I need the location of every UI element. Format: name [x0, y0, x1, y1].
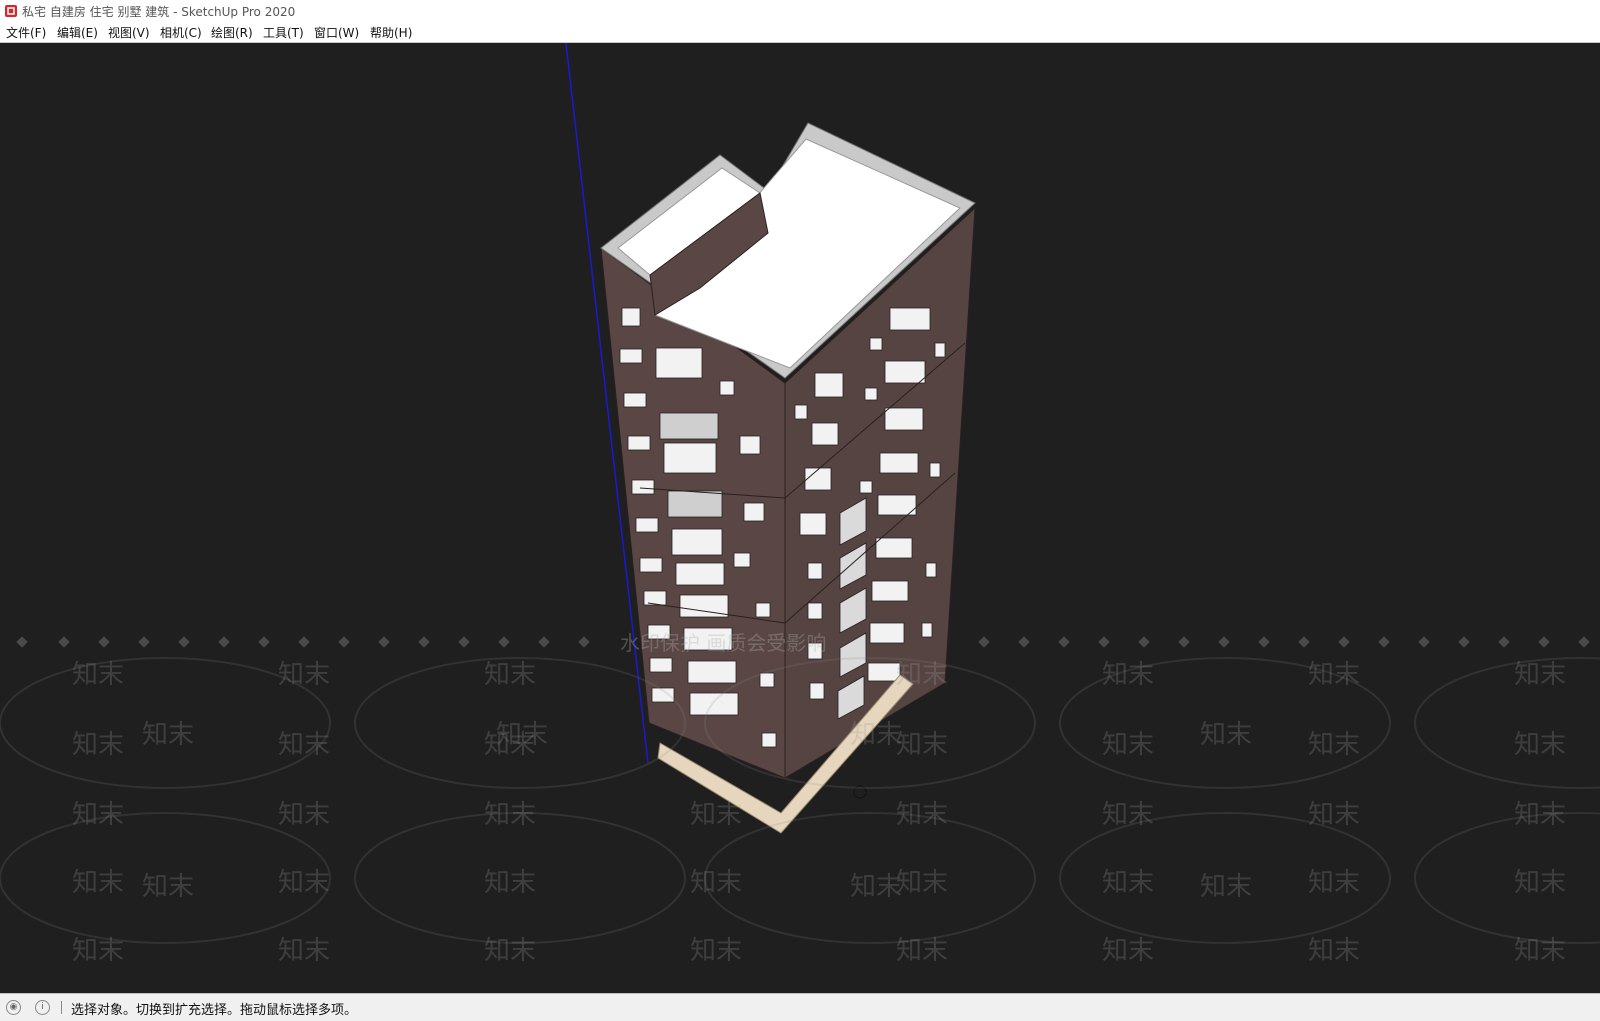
- status-separator: [61, 1001, 62, 1014]
- svg-text:知末: 知末: [1514, 800, 1566, 830]
- sketchup-logo-icon: [5, 5, 17, 17]
- svg-text:知末: 知末: [484, 868, 536, 898]
- svg-text:知末: 知末: [484, 660, 536, 690]
- window-title: 私宅 自建房 住宅 别墅 建筑 - SketchUp Pro 2020: [22, 5, 296, 19]
- status-message: 选择对象。切换到扩充选择。拖动鼠标选择多项。: [71, 1003, 358, 1018]
- svg-text:知末: 知末: [1200, 720, 1252, 750]
- svg-text:知末: 知末: [72, 800, 124, 830]
- svg-text:知末: 知末: [1308, 800, 1360, 830]
- svg-text:知末: 知末: [278, 936, 330, 966]
- svg-text:知末: 知末: [1308, 936, 1360, 966]
- svg-text:知末: 知末: [850, 872, 902, 902]
- svg-text:知末: 知末: [72, 660, 124, 690]
- svg-text:知末: 知末: [278, 660, 330, 690]
- svg-text:知末: 知末: [896, 660, 948, 690]
- svg-text:知末: 知末: [72, 730, 124, 760]
- menu-bar: 文件(F) 编辑(E) 视图(V) 相机(C) 绘图(R) 工具(T) 窗口(W…: [0, 22, 1600, 43]
- geolocation-icon[interactable]: ◉: [6, 1000, 21, 1015]
- svg-text:知末: 知末: [896, 868, 948, 898]
- svg-text:知末: 知末: [1102, 868, 1154, 898]
- svg-text:知末: 知末: [1308, 660, 1360, 690]
- svg-text:知末: 知末: [278, 800, 330, 830]
- title-bar: 私宅 自建房 住宅 别墅 建筑 - SketchUp Pro 2020: [0, 0, 1600, 22]
- menu-window[interactable]: 窗口(W): [314, 24, 359, 41]
- menu-camera[interactable]: 相机(C): [160, 24, 202, 41]
- svg-text:知末: 知末: [1102, 660, 1154, 690]
- svg-text:知末: 知末: [1514, 936, 1566, 966]
- svg-text:知末: 知末: [1200, 872, 1252, 902]
- status-bar: ◉ i 选择对象。切换到扩充选择。拖动鼠标选择多项。: [0, 993, 1600, 1021]
- svg-text:知末: 知末: [896, 800, 948, 830]
- svg-text:知末: 知末: [690, 800, 742, 830]
- menu-file[interactable]: 文件(F): [6, 24, 46, 41]
- svg-text:知末: 知末: [72, 936, 124, 966]
- menu-view[interactable]: 视图(V): [108, 24, 150, 41]
- svg-text:知末: 知末: [1308, 868, 1360, 898]
- svg-text:知末: 知末: [690, 936, 742, 966]
- svg-text:知末: 知末: [1102, 936, 1154, 966]
- svg-text:知末: 知末: [1102, 800, 1154, 830]
- svg-text:知末: 知末: [1514, 660, 1566, 690]
- svg-text:知末: 知末: [1308, 730, 1360, 760]
- svg-text:知末: 知末: [1514, 868, 1566, 898]
- svg-text:知末: 知末: [1514, 730, 1566, 760]
- svg-text:知末: 知末: [278, 730, 330, 760]
- svg-text:知末: 知末: [850, 720, 902, 750]
- svg-text:知末: 知末: [484, 730, 536, 760]
- svg-text:知末: 知末: [72, 868, 124, 898]
- svg-text:知末: 知末: [278, 868, 330, 898]
- info-icon[interactable]: i: [35, 1000, 50, 1015]
- svg-text:知末: 知末: [484, 936, 536, 966]
- menu-help[interactable]: 帮助(H): [370, 24, 412, 41]
- watermark-banner: 水印保护 画质会受影响: [620, 631, 826, 655]
- svg-text:知末: 知末: [142, 720, 194, 750]
- model-canvas[interactable]: 水印保护 画质会受影响 知末 知末 知末 知末 知末 知末 知末 知末 知末 知…: [0, 43, 1600, 993]
- menu-draw[interactable]: 绘图(R): [211, 24, 253, 41]
- svg-text:知末: 知末: [142, 872, 194, 902]
- menu-edit[interactable]: 编辑(E): [57, 24, 98, 41]
- svg-text:知末: 知末: [1102, 730, 1154, 760]
- svg-text:知末: 知末: [896, 936, 948, 966]
- svg-text:知末: 知末: [484, 800, 536, 830]
- svg-text:知末: 知末: [690, 868, 742, 898]
- menu-tools[interactable]: 工具(T): [263, 24, 304, 41]
- drawing-viewport[interactable]: 水印保护 画质会受影响 知末 知末 知末 知末 知末 知末 知末 知末 知末 知…: [0, 43, 1600, 993]
- svg-text:知末: 知末: [896, 730, 948, 760]
